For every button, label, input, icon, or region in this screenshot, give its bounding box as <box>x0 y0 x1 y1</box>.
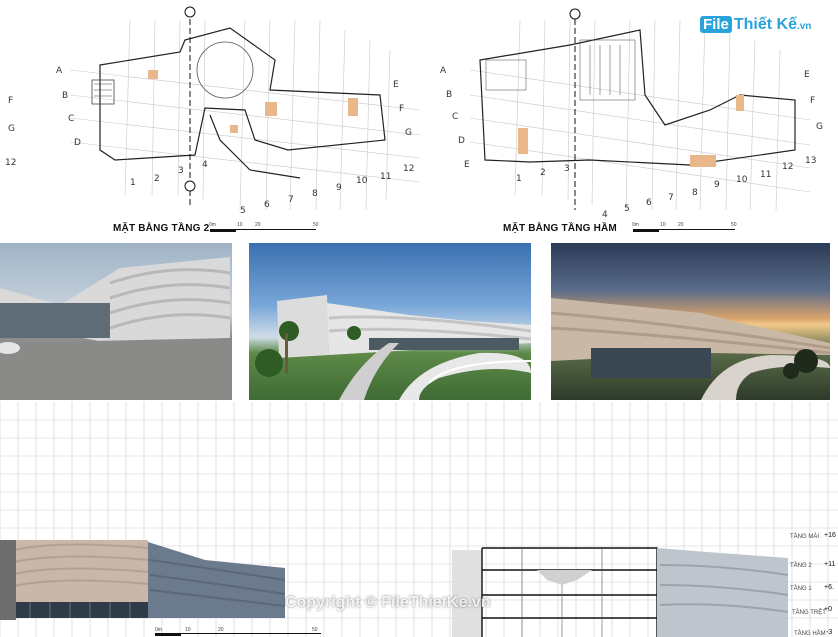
grid-label: 7 <box>668 193 674 203</box>
grid-label: 12 <box>782 162 794 172</box>
section-drawing <box>452 540 788 637</box>
level-name: TẦNG 2 <box>790 563 812 569</box>
level-value: +6. <box>824 584 834 591</box>
grid-label: 10 <box>736 175 748 185</box>
grid-label: 8 <box>312 189 318 199</box>
grid-label: E <box>804 70 810 80</box>
grid-label: E <box>393 80 399 90</box>
grid-label: B <box>62 91 69 101</box>
filethietke-logo: File Thiết Kế.vn <box>700 16 811 34</box>
grid-label: 10 <box>356 176 368 186</box>
level-name: TẦNG MÁI <box>790 534 820 540</box>
plan-title: MẶT BẰNG TẦNG HẦM <box>503 223 617 234</box>
grid-label: 5 <box>240 206 246 216</box>
grid-label: 11 <box>380 172 392 182</box>
grid-label: 3 <box>564 164 570 174</box>
grid-label: 8 <box>692 188 698 198</box>
grid-label: 5 <box>624 204 630 214</box>
grid-label: C <box>452 112 459 122</box>
grid-label: F <box>8 96 14 106</box>
elevation-drawing <box>0 540 285 620</box>
grid-label: B <box>446 90 453 100</box>
grid-label: F <box>810 96 816 106</box>
grid-label: 9 <box>336 183 342 193</box>
grid-label: 12 <box>403 164 415 174</box>
grid-label: 2 <box>154 174 160 184</box>
grid-label: 11 <box>760 170 772 180</box>
level-value: +0 <box>824 606 832 613</box>
grid-label: 7 <box>288 195 294 205</box>
grid-label: 13 <box>805 156 817 166</box>
render-image-1 <box>0 243 232 400</box>
render-image-3 <box>551 243 830 400</box>
plans-section: F G 12 A B C D E F G 1 2 3 4 5 6 7 8 9 1… <box>0 0 838 240</box>
grid-label: E <box>464 160 470 170</box>
grid-label: 6 <box>646 198 652 208</box>
level-name: TẦNG HẦM <box>794 631 826 637</box>
render-image-2 <box>249 243 531 400</box>
level-value: +16 <box>824 532 836 539</box>
grid-label: 4 <box>602 210 608 220</box>
grid-label: C <box>68 114 75 124</box>
grid-label: 3 <box>178 166 184 176</box>
grid-label: 12 <box>5 158 17 168</box>
grid-label: 1 <box>130 178 136 188</box>
grid-label: A <box>56 66 63 76</box>
plan-title: MẶT BẰNG TẦNG 2 <box>113 223 210 234</box>
floor-plan-tang-ham <box>469 8 811 211</box>
level-value: -3 <box>826 629 833 636</box>
grid-label: D <box>458 136 465 146</box>
copyright-watermark: Copyright © FileThietKe.vn <box>285 594 491 611</box>
grid-label: 6 <box>264 200 270 210</box>
grid-label: A <box>440 66 447 76</box>
floor-plan-tang-2 <box>69 6 421 211</box>
grid-label: 2 <box>540 168 546 178</box>
grid-label: F <box>399 104 405 114</box>
grid-label: G <box>405 128 412 138</box>
grid-label: G <box>8 124 15 134</box>
grid-label: G <box>816 122 823 132</box>
level-name: TẦNG TRỆT <box>792 610 826 616</box>
grid-label: D <box>74 138 81 148</box>
level-value: +11 <box>824 561 836 568</box>
grid-label: 9 <box>714 180 720 190</box>
grid-label: 4 <box>202 160 208 170</box>
grid-label: 1 <box>516 174 522 184</box>
level-name: TẦNG 1 <box>790 586 812 592</box>
